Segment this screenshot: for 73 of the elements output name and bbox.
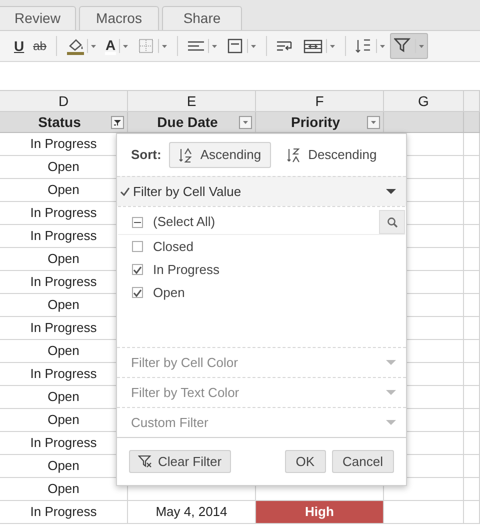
table-cell-text: Open: [48, 250, 80, 268]
sort-label: Sort:: [131, 146, 162, 164]
column-header: G: [384, 91, 464, 111]
table-cell-text: Open: [48, 480, 80, 498]
checkbox-label: Closed: [153, 238, 194, 256]
filter-clear-icon: [138, 455, 152, 468]
search-icon: [386, 216, 398, 228]
checkbox[interactable]: [132, 216, 143, 228]
table-cell-text: In Progress: [30, 227, 97, 246]
toolbar-button[interactable]: ab: [29, 33, 50, 59]
header-cell-text: Due Date: [156, 112, 219, 132]
table-cell-text: In Progress: [30, 319, 97, 338]
filter-section-header[interactable]: Filter by Cell Color: [117, 347, 406, 377]
search-button[interactable]: [379, 210, 405, 234]
toolbar-button[interactable]: U: [10, 33, 28, 59]
checkbox-label: (Select All): [153, 213, 216, 232]
caret-icon: [371, 120, 376, 124]
table-cell-text: In Progress: [30, 204, 97, 222]
merge-cells-icon: [302, 37, 323, 55]
table-cell-text: Open: [48, 457, 80, 476]
filter-icon: [394, 37, 412, 55]
filter-dropdown-button[interactable]: [111, 116, 124, 128]
table-cell-text: Open: [48, 181, 80, 200]
table-cell-text: May 4, 2014: [156, 503, 228, 522]
table-cell-text: In Progress: [30, 503, 97, 522]
paint-bucket-icon: [66, 37, 84, 55]
toolbar-button[interactable]: A: [101, 33, 132, 59]
sort-order-icon: [287, 148, 300, 162]
caret-icon: [386, 360, 396, 365]
filter-section-header[interactable]: Custom Filter: [117, 407, 406, 437]
caret-icon: [386, 390, 396, 395]
filter-section-header[interactable]: Filter by Cell Value: [117, 176, 406, 206]
sort-icon: [354, 37, 373, 55]
column-header: D: [0, 91, 128, 111]
column-header: E: [128, 91, 256, 111]
filter-section-header[interactable]: Filter by Text Color: [117, 377, 406, 407]
caret-icon: [386, 189, 396, 194]
tab[interactable]: Share: [162, 6, 242, 30]
ok-button[interactable]: OK: [284, 450, 326, 473]
filter-icon: [114, 118, 121, 126]
check-icon: [120, 187, 130, 196]
clear-filter-button[interactable]: Clear Filter: [129, 450, 231, 473]
header-cell-text: Status: [37, 112, 82, 132]
priority-cell: High: [256, 501, 384, 523]
table-cell-text: Open: [48, 411, 80, 430]
caret-icon: [243, 120, 248, 124]
tab[interactable]: Macros: [79, 6, 159, 30]
header-cell-text: Priority: [290, 112, 341, 132]
borders-icon: [136, 37, 155, 55]
panel-icon: [226, 37, 244, 55]
sort-descending-button[interactable]: Descending: [277, 142, 387, 168]
sort-ascending-button[interactable]: Ascending: [169, 142, 272, 168]
caret-icon: [386, 420, 396, 425]
table-cell-text: In Progress: [30, 434, 97, 452]
table-cell-text: In Progress: [30, 365, 97, 384]
checkbox[interactable]: [132, 264, 143, 275]
sort-order-icon: [179, 148, 192, 162]
column-header: F: [256, 91, 384, 111]
checkbox[interactable]: [132, 241, 143, 252]
check-icon: [133, 266, 142, 274]
table-cell-text: Open: [48, 158, 80, 176]
check-icon: [133, 288, 142, 296]
table-cell-text: Open: [48, 342, 80, 360]
toolbar-button[interactable]: [390, 33, 428, 59]
checkbox-label: Open: [153, 284, 185, 302]
table-cell-text: Open: [48, 296, 80, 314]
tab[interactable]: Review: [0, 6, 76, 30]
table-cell-text: In Progress: [30, 135, 97, 154]
checkbox[interactable]: [132, 287, 143, 298]
checkbox-label: In Progress: [153, 260, 220, 279]
table-cell-text: In Progress: [30, 273, 97, 292]
table-cell-text: Open: [48, 388, 80, 406]
cancel-button[interactable]: Cancel: [332, 450, 394, 473]
